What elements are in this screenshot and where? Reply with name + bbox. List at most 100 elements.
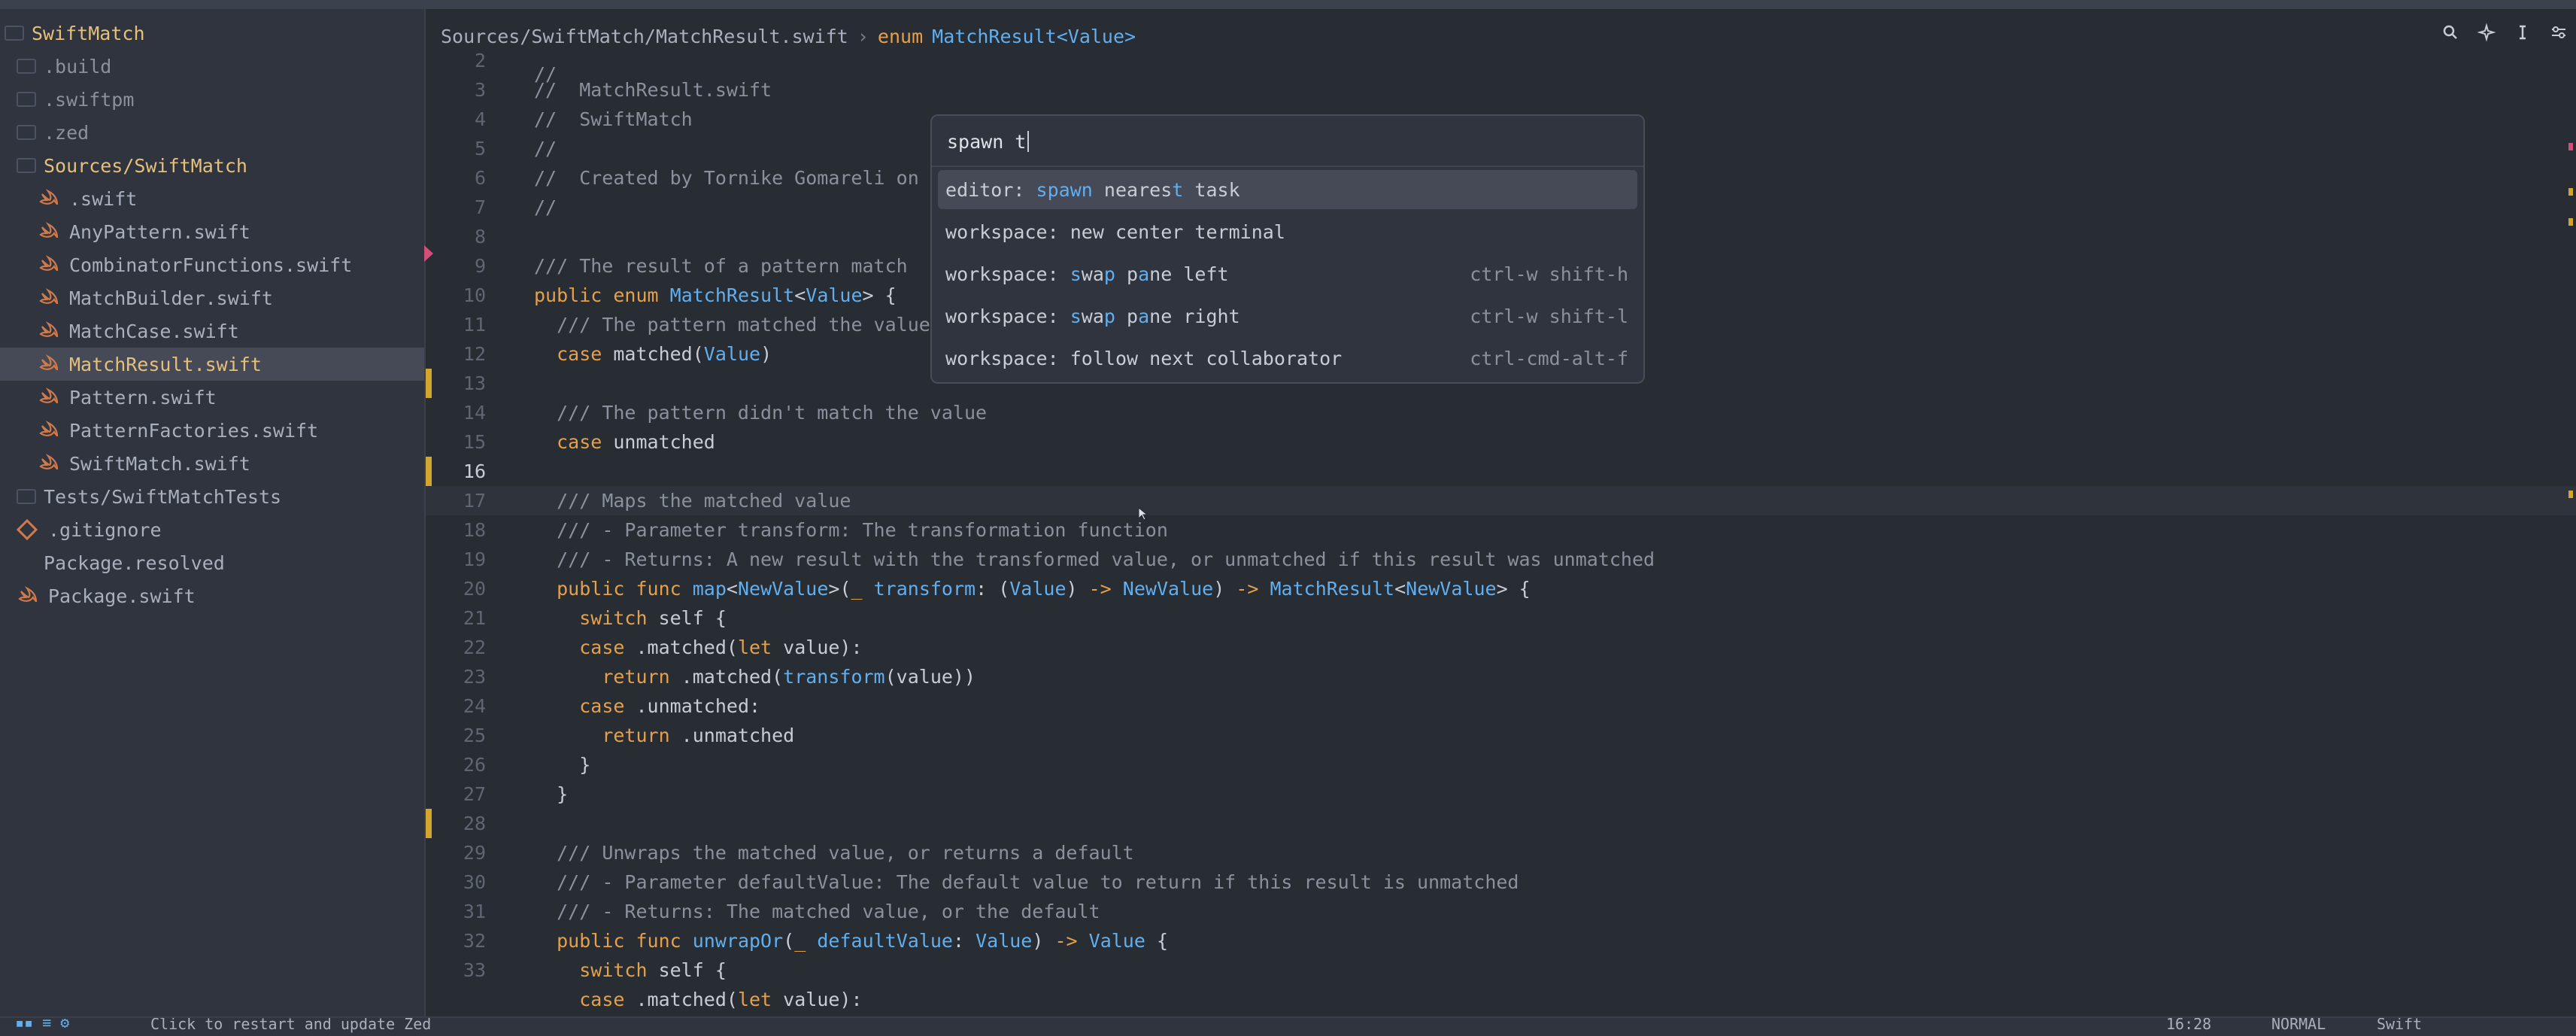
line-number: 27 xyxy=(463,783,486,805)
line-number: 19 xyxy=(463,548,486,570)
code-line-32[interactable]: switch self { xyxy=(534,955,727,985)
sidebar-item-label: AnyPattern.swift xyxy=(69,220,250,243)
sidebar-item[interactable]: MatchResult.swift xyxy=(0,348,424,381)
sidebar-item[interactable]: Sources/SwiftMatch xyxy=(0,149,424,182)
command-item[interactable]: workspace: follow next collaborator ctrl-… xyxy=(938,339,1637,378)
panel-toggle-icon[interactable]: ▪▪ ≡ ⚙ xyxy=(15,1018,69,1031)
line-number: 16 xyxy=(463,460,486,482)
code-line-13[interactable]: /// The pattern didn't match the value xyxy=(534,398,987,427)
code-line-18[interactable]: /// - Returns: A new result with the tra… xyxy=(534,545,1655,574)
line-number: 21 xyxy=(463,607,486,629)
language-selector[interactable]: Swift xyxy=(2377,1018,2422,1033)
code-line-17[interactable]: /// - Parameter transform: The transform… xyxy=(534,515,1168,545)
git-modified-marker xyxy=(426,457,432,486)
swift-file-icon xyxy=(39,421,59,437)
sidebar-item[interactable]: Pattern.swift xyxy=(0,381,424,414)
command-item[interactable]: workspace: swap pane left ctrl-w shift-h xyxy=(938,254,1637,293)
sidebar-item[interactable]: .swift xyxy=(0,182,424,215)
code-line-6[interactable]: // xyxy=(534,193,557,222)
code-line-4[interactable]: // xyxy=(534,134,557,163)
sidebar-item[interactable]: MatchCase.swift xyxy=(0,314,424,348)
line-number: 7 xyxy=(474,196,486,218)
breadcrumb[interactable]: Sources/SwiftMatch/MatchResult.swift › e… xyxy=(441,21,1136,51)
code-line-16[interactable]: /// Maps the matched value xyxy=(534,486,851,515)
sidebar-item-label: MatchResult.swift xyxy=(69,353,262,375)
line-number: 2 xyxy=(474,50,486,71)
line-number: 10 xyxy=(463,284,486,306)
line-number: 26 xyxy=(463,754,486,776)
status-bar: ▪▪ ≡ ⚙ Click to restart and update Zed 1… xyxy=(0,1016,2576,1036)
code-line-22[interactable]: return .matched(transform(value)) xyxy=(534,662,975,691)
sidebar-item-label: Sources/SwiftMatch xyxy=(44,154,247,177)
command-palette-query[interactable]: spawn t xyxy=(947,131,1026,153)
code-line-33[interactable]: case .matched(let value): xyxy=(534,985,862,1014)
command-name: workspace: swap pane right xyxy=(945,305,1240,327)
breadcrumb-keyword: enum xyxy=(877,25,924,47)
code-line-25[interactable]: } xyxy=(534,750,590,779)
scrollbar-git-marker xyxy=(2568,188,2573,196)
settings-sliders-icon[interactable] xyxy=(2549,23,2568,42)
breadcrumb-path[interactable]: Sources/SwiftMatch/MatchResult.swift xyxy=(441,26,848,47)
sparkle-icon[interactable] xyxy=(2477,23,2496,42)
command-palette: spawn t editor: spawn nearest task worksp… xyxy=(930,114,1645,384)
sidebar-item[interactable]: .gitignore xyxy=(0,513,424,546)
update-message[interactable]: Click to restart and update Zed xyxy=(150,1018,431,1033)
sidebar-item[interactable]: MatchBuilder.swift xyxy=(0,281,424,314)
sidebar-item[interactable]: Tests/SwiftMatchTests xyxy=(0,480,424,513)
line-number: 5 xyxy=(474,138,486,160)
code-line-8[interactable]: /// The result of a pattern match xyxy=(534,251,908,281)
code-line-14[interactable]: case unmatched xyxy=(534,427,715,457)
sidebar-item[interactable]: PatternFactories.swift xyxy=(0,414,424,447)
code-line-31[interactable]: public func unwrapOr(_ defaultValue: Val… xyxy=(534,926,1168,955)
code-line-9[interactable]: public enum MatchResult<Value> { xyxy=(534,281,897,310)
sidebar-item[interactable]: CombinatorFunctions.swift xyxy=(0,248,424,281)
sidebar-item-label: SwiftMatch.swift xyxy=(69,452,250,475)
window-titlebar xyxy=(0,0,2576,9)
code-line-11[interactable]: case matched(Value) xyxy=(534,339,772,369)
editor-toolbar xyxy=(2441,23,2568,42)
command-name: editor: spawn nearest task xyxy=(945,178,1240,201)
code-line-10[interactable]: /// The pattern matched the value xyxy=(534,310,930,339)
line-number: 4 xyxy=(474,108,486,130)
sidebar-item[interactable]: .swiftpm xyxy=(0,83,424,116)
line-number: 18 xyxy=(463,519,486,541)
breadcrumb-symbol[interactable]: MatchResult xyxy=(932,26,1057,47)
line-number: 3 xyxy=(474,79,486,101)
sidebar-item[interactable]: SwiftMatch.swift xyxy=(0,447,424,480)
code-line-26[interactable]: } xyxy=(534,779,568,809)
command-item[interactable]: workspace: swap pane right ctrl-w shift-l xyxy=(938,296,1637,336)
command-item[interactable]: editor: spawn nearest task xyxy=(938,170,1637,209)
command-palette-input[interactable]: spawn t xyxy=(947,125,1624,158)
code-line-23[interactable]: case .unmatched: xyxy=(534,691,760,721)
scrollbar-diagnostic-marker xyxy=(2568,143,2573,150)
code-line-2[interactable]: // MatchResult.swift xyxy=(534,75,772,105)
sidebar-item-label: .swift xyxy=(69,187,138,210)
line-number: 28 xyxy=(463,813,486,834)
breadcrumb-separator: › xyxy=(857,25,869,47)
sidebar-item[interactable]: .build xyxy=(0,50,424,83)
cursor-position[interactable]: 16:28 xyxy=(2166,1018,2211,1033)
line-number: 15 xyxy=(463,431,486,453)
code-line-5[interactable]: // Created by Tornike Gomareli on 2 xyxy=(534,163,942,193)
folder-icon xyxy=(17,489,36,504)
project-panel: SwiftMatch .build .swiftpm .zed Sources/Swif… xyxy=(0,9,426,1016)
code-line-29[interactable]: /// - Parameter defaultValue: The defaul… xyxy=(534,867,1519,897)
command-item[interactable]: workspace: new center terminal xyxy=(938,212,1637,251)
code-line-19[interactable]: public func map<NewValue>(_ transform: (… xyxy=(534,574,1531,603)
sidebar-item-label: .gitignore xyxy=(48,518,162,541)
code-line-30[interactable]: /// - Returns: The matched value, or the… xyxy=(534,897,1100,926)
sidebar-item[interactable]: .zed xyxy=(0,116,424,149)
vim-mode: NORMAL xyxy=(2271,1016,2326,1033)
sidebar-item[interactable]: AnyPattern.swift xyxy=(0,215,424,248)
line-number: 24 xyxy=(463,695,486,717)
code-line-24[interactable]: return .unmatched xyxy=(534,721,794,750)
code-line-3[interactable]: // SwiftMatch xyxy=(534,105,693,134)
text-cursor-icon[interactable] xyxy=(2513,23,2532,42)
search-icon[interactable] xyxy=(2441,23,2460,42)
code-line-28[interactable]: /// Unwraps the matched value, or return… xyxy=(534,838,1134,867)
sidebar-item[interactable]: Package.swift xyxy=(0,579,424,612)
sidebar-item[interactable]: SwiftMatch xyxy=(0,17,424,50)
sidebar-item[interactable]: Package.resolved xyxy=(0,546,424,579)
code-line-20[interactable]: switch self { xyxy=(534,603,727,633)
code-line-21[interactable]: case .matched(let value): xyxy=(534,633,862,662)
